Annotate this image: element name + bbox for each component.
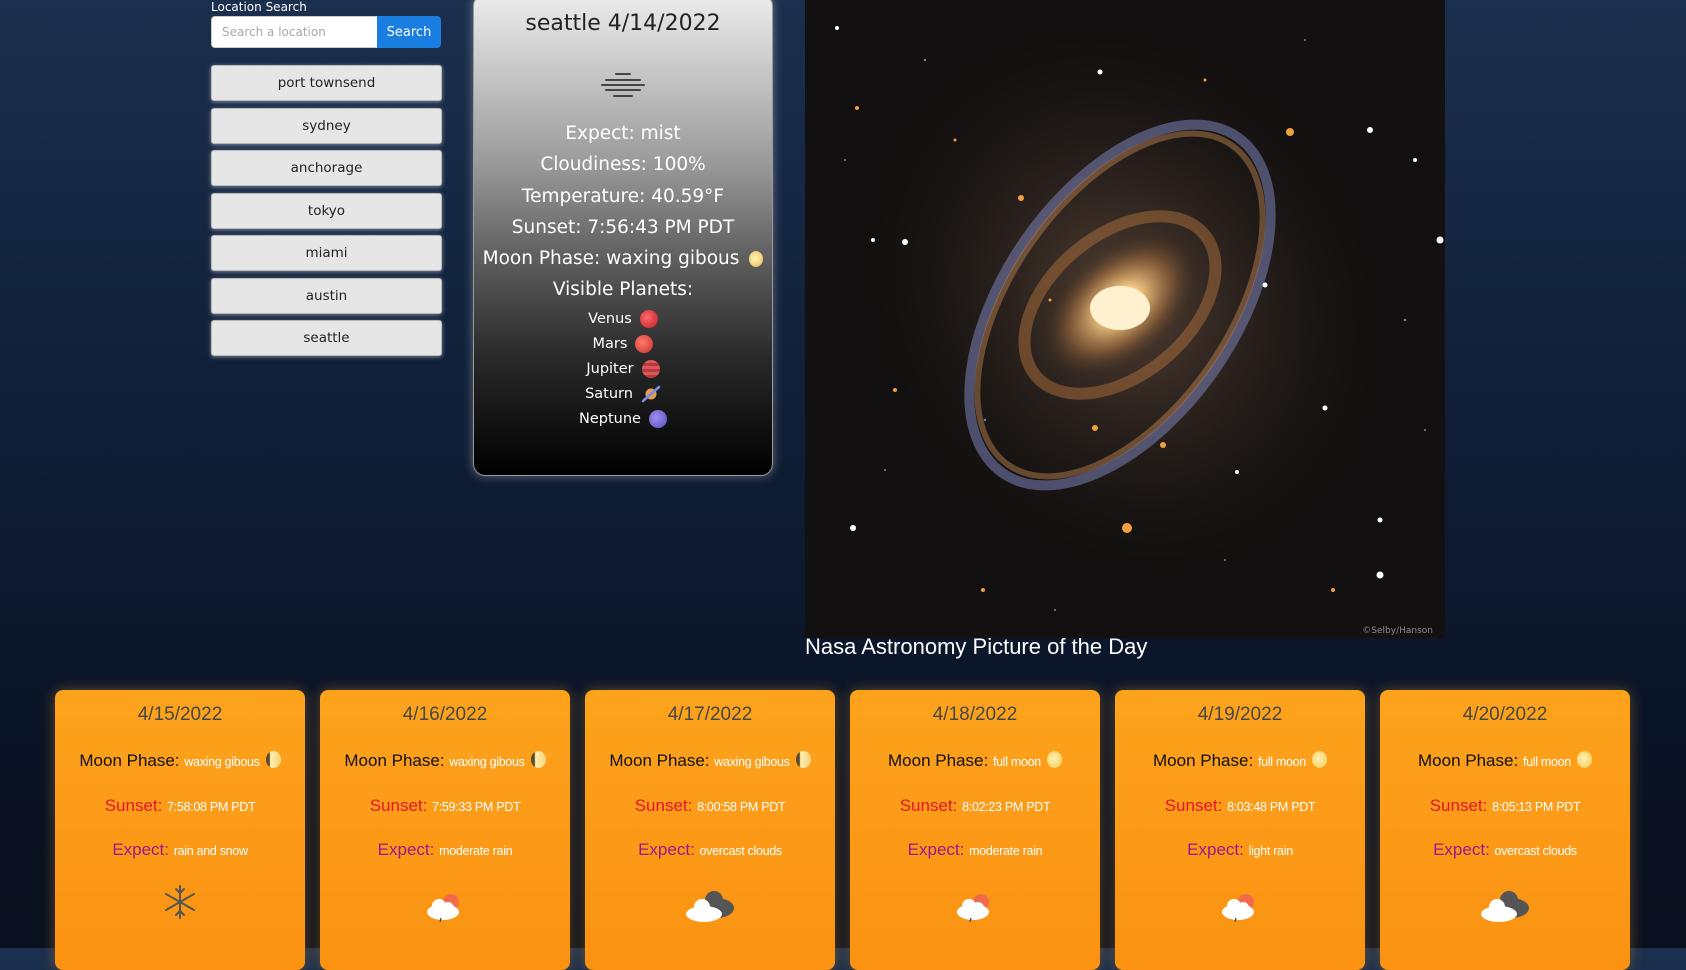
current-temperature: Temperature: 40.59°F (521, 185, 725, 207)
forecast-card: 4/18/2022 Moon Phase: full moon Sunset: … (850, 690, 1100, 970)
forecast-moon: Moon Phase: full moon (850, 751, 1100, 771)
forecast-sunset: Sunset: 7:58:08 PM PDT (104, 796, 256, 815)
current-moon-phase: Moon Phase: waxing gibous (474, 243, 772, 274)
forecast-expect: Expect: light rain (1187, 840, 1293, 859)
search-input[interactable] (211, 16, 377, 48)
full-moon-icon (1576, 751, 1592, 768)
rain-cloud-icon (427, 894, 459, 923)
planets-heading: Visible Planets: (552, 279, 694, 301)
planet-item: Jupiter (474, 357, 772, 382)
forecast-date: 4/20/2022 (1462, 704, 1548, 725)
forecast-moon: Moon Phase: waxing gibous (55, 751, 305, 771)
forecast-date: 4/17/2022 (667, 704, 753, 725)
forecast-card: 4/20/2022 Moon Phase: full moon Sunset: … (1380, 690, 1630, 970)
snowflake-icon (165, 885, 195, 919)
search-label: Location Search (211, 0, 307, 14)
forecast-expect: Expect: moderate rain (907, 840, 1043, 859)
forecast-date: 4/18/2022 (932, 704, 1018, 725)
current-weather-card: seattle 4/14/2022 Expect: mist Cloudines… (473, 0, 773, 476)
history-button-port-townsend[interactable]: port townsend (211, 65, 442, 101)
planet-item: Neptune (474, 407, 772, 432)
neptune-icon (648, 410, 667, 429)
forecast-card: 4/15/2022 Moon Phase: waxing gibous Suns… (55, 690, 305, 970)
planet-item: Venus (474, 307, 772, 332)
planet-name: Neptune (579, 410, 641, 427)
planet-list: Venus Mars Jupiter Saturn Neptune (474, 307, 772, 432)
forecast-moon: Moon Phase: full moon (1380, 751, 1630, 771)
history-button-sydney[interactable]: sydney (211, 107, 442, 144)
apod-caption: Nasa Astronomy Picture of the Day (805, 634, 1148, 659)
planet-item: Mars (474, 332, 772, 357)
forecast-expect: Expect: moderate rain (377, 840, 513, 859)
saturn-icon (641, 386, 661, 403)
current-expect: Expect: mist (565, 123, 681, 144)
rain-cloud-icon (957, 894, 989, 923)
planet-name: Mars (592, 335, 628, 352)
overcast-cloud-icon (1481, 891, 1529, 922)
overcast-cloud-icon (686, 891, 734, 922)
rain-cloud-icon (1222, 894, 1254, 923)
apod-credit: ©Selby/Hanson (1362, 626, 1433, 636)
history-button-tokyo[interactable]: tokyo (211, 192, 442, 229)
galaxy-image (805, 0, 1445, 638)
forecast-sunset: Sunset: 7:59:33 PM PDT (369, 796, 521, 815)
full-moon-icon (1311, 751, 1327, 768)
forecast-expect: Expect: overcast clouds (1433, 840, 1577, 859)
current-moon-text: Moon Phase: waxing gibous (482, 248, 740, 270)
forecast-date: 4/19/2022 (1197, 704, 1283, 725)
jupiter-icon (641, 360, 660, 379)
history-button-austin[interactable]: austin (211, 277, 442, 314)
search-button[interactable]: Search (377, 16, 441, 48)
forecast-sunset: Sunset: 8:05:13 PM PDT (1429, 796, 1581, 815)
forecast-moon: Moon Phase: waxing gibous (320, 751, 570, 771)
apod-image: ©Selby/Hanson (805, 0, 1445, 638)
forecast-date: 4/15/2022 (137, 704, 223, 725)
forecast-sunset: Sunset: 8:02:23 PM PDT (899, 796, 1051, 815)
mist-icon (601, 73, 645, 97)
forecast-card: 4/16/2022 Moon Phase: waxing gibous Suns… (320, 690, 570, 970)
full-moon-icon (1046, 751, 1062, 768)
forecast-sunset: Sunset: 8:03:48 PM PDT (1164, 796, 1316, 815)
forecast-expect: Expect: overcast clouds (638, 840, 782, 859)
waxing-gibbous-moon-icon (795, 751, 811, 768)
forecast-moon: Moon Phase: waxing gibous (585, 751, 835, 771)
forecast-moon: Moon Phase: full moon (1115, 751, 1365, 771)
search-history: port townsend sydney anchorage tokyo mia… (211, 65, 442, 363)
history-button-anchorage[interactable]: anchorage (211, 150, 442, 186)
forecast-expect: Expect: rain and snow (112, 840, 248, 859)
history-button-seattle[interactable]: seattle (211, 320, 442, 356)
waxing-gibbous-moon-icon (265, 751, 281, 768)
forecast-date: 4/16/2022 (402, 704, 488, 725)
forecast-row: 4/15/2022 Moon Phase: waxing gibous Suns… (55, 690, 1630, 970)
planet-name: Venus (588, 310, 632, 327)
mars-icon (635, 335, 654, 354)
planet-name: Jupiter (586, 360, 634, 377)
history-button-miami[interactable]: miami (211, 235, 442, 271)
planet-name: Saturn (585, 385, 633, 402)
current-cloudiness: Cloudiness: 100% (540, 154, 706, 176)
current-sunset: Sunset: 7:56:43 PM PDT (511, 216, 735, 238)
waxing-gibbous-moon-icon (530, 751, 546, 768)
planet-item: Saturn (474, 382, 772, 407)
search-bar: Search (211, 16, 441, 48)
forecast-card: 4/19/2022 Moon Phase: full moon Sunset: … (1115, 690, 1365, 970)
moon-icon (749, 251, 764, 268)
venus-icon (639, 310, 658, 329)
forecast-sunset: Sunset: 8:00:58 PM PDT (634, 796, 786, 815)
forecast-card: 4/17/2022 Moon Phase: waxing gibous Suns… (585, 690, 835, 970)
current-title: seattle 4/14/2022 (525, 11, 721, 36)
